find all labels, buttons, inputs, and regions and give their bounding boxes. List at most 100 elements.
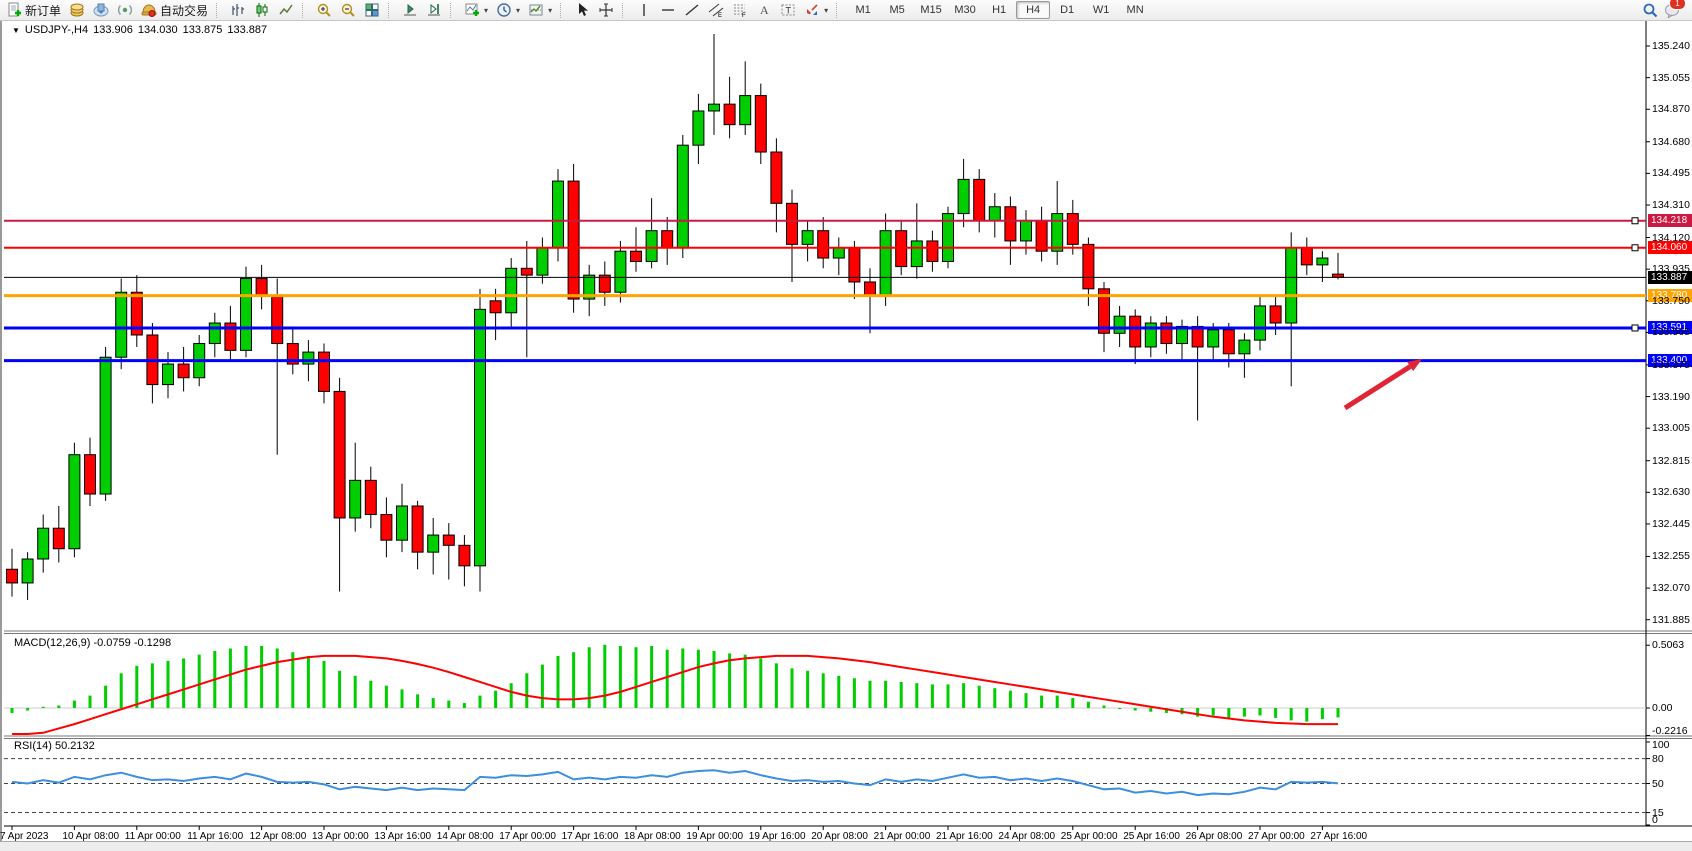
candle-down <box>85 455 96 494</box>
timeframe-button-W1[interactable]: W1 <box>1084 1 1118 19</box>
arrows-button[interactable]: ▾ <box>800 0 832 21</box>
timeframe-button-M5[interactable]: M5 <box>880 1 914 19</box>
timeframe-group: M1M5M15M30H1H4D1W1MN <box>846 1 1152 19</box>
macd-histogram-bar <box>728 653 731 708</box>
zoom-in-icon <box>316 2 332 18</box>
macd-histogram-bar <box>245 646 248 708</box>
bar-chart-button[interactable] <box>226 0 250 21</box>
signal-icon <box>117 2 133 18</box>
macd-histogram-bar <box>681 648 684 708</box>
macd-histogram-bar <box>1087 702 1090 708</box>
macd-histogram-bar <box>541 665 544 708</box>
timeframe-button-H4[interactable]: H4 <box>1016 1 1050 19</box>
timeframe-button-MN[interactable]: MN <box>1118 1 1152 19</box>
text-button[interactable]: A <box>752 0 776 21</box>
macd-histogram-bar <box>447 701 450 708</box>
candle-down <box>771 152 782 203</box>
macd-histogram-bar <box>73 701 76 708</box>
template-icon <box>528 2 544 18</box>
bar-chart-icon <box>230 2 246 18</box>
candle-up <box>303 352 314 364</box>
candle-down <box>755 96 766 152</box>
timeframe-button-M1[interactable]: M1 <box>846 1 880 19</box>
cursor-icon <box>574 2 590 18</box>
search-icon[interactable] <box>1642 2 1658 18</box>
macd-histogram-bar <box>806 671 809 708</box>
macd-histogram-bar <box>635 647 638 708</box>
candle-down <box>818 231 829 258</box>
timeframe-button-H1[interactable]: H1 <box>982 1 1016 19</box>
macd-histogram-bar <box>463 703 466 708</box>
candle-up <box>69 455 80 549</box>
candle-down <box>1067 214 1078 245</box>
macd-histogram-bar <box>229 648 232 708</box>
timeframe-button-D1[interactable]: D1 <box>1050 1 1084 19</box>
macd-histogram-bar <box>11 708 14 713</box>
equidistant-channel-button[interactable]: E <box>704 0 728 21</box>
chevron-down-icon: ▾ <box>484 6 488 15</box>
new-order-button[interactable]: 新订单 <box>2 0 65 21</box>
crosshair-button[interactable] <box>594 0 618 21</box>
templates-button[interactable]: ▾ <box>524 0 556 21</box>
tile-windows-button[interactable] <box>360 0 384 21</box>
candle-up <box>911 241 922 267</box>
line-chart-button[interactable] <box>274 0 298 21</box>
fibonacci-button[interactable]: F <box>728 0 752 21</box>
auto-scroll-button[interactable] <box>398 0 422 21</box>
macd-histogram-bar <box>151 663 154 708</box>
horizontal-line-button[interactable] <box>656 0 680 21</box>
macd-histogram-bar <box>853 678 856 708</box>
candlestick-button[interactable] <box>250 0 274 21</box>
candle-up <box>615 251 626 292</box>
candle-up <box>677 145 688 248</box>
macd-histogram-bar <box>697 650 700 708</box>
chart-canvas[interactable] <box>2 21 1692 841</box>
toolbar-separator <box>302 3 309 18</box>
candle-up <box>428 535 439 552</box>
candle-down <box>1005 207 1016 241</box>
chat-button[interactable]: 1 <box>1664 1 1680 19</box>
periods-button[interactable]: ▾ <box>492 0 524 21</box>
auto-trading-button[interactable]: 自动交易 <box>137 0 212 21</box>
candle-down <box>319 352 330 391</box>
candle-up <box>475 309 486 565</box>
macd-histogram-bar <box>837 676 840 708</box>
signal-button[interactable] <box>113 0 137 21</box>
macd-histogram-bar <box>1040 696 1043 708</box>
chart-shift-button[interactable] <box>422 0 446 21</box>
candle-up <box>1052 214 1063 252</box>
notification-badge: 1 <box>1669 0 1686 10</box>
publish-button[interactable] <box>89 0 113 21</box>
indicators-button[interactable]: ▾ <box>460 0 492 21</box>
gold-button[interactable] <box>65 0 89 21</box>
candle-up <box>1021 220 1032 241</box>
candle-down <box>631 251 642 261</box>
macd-histogram-bar <box>167 661 170 708</box>
zoom-in-button[interactable] <box>312 0 336 21</box>
vertical-line-button[interactable] <box>632 0 656 21</box>
trendline-button[interactable] <box>680 0 704 21</box>
candlestick-icon <box>254 2 270 18</box>
macd-histogram-bar <box>1227 708 1230 718</box>
timeframe-button-M15[interactable]: M15 <box>914 1 948 19</box>
arrows-icon <box>804 2 820 18</box>
text-label-button[interactable]: T <box>776 0 800 21</box>
cursor-button[interactable] <box>570 0 594 21</box>
timeframe-button-M30[interactable]: M30 <box>948 1 982 19</box>
svg-text:T: T <box>786 6 792 16</box>
candle-up <box>38 528 49 559</box>
macd-histogram-bar <box>26 708 29 710</box>
candle-up <box>958 179 969 213</box>
auto-scroll-icon <box>402 2 418 18</box>
macd-histogram-bar <box>525 673 528 708</box>
toolbar-separator <box>622 3 629 18</box>
macd-histogram-bar <box>962 683 965 708</box>
candle-down <box>459 545 470 566</box>
macd-histogram-bar <box>884 681 887 708</box>
zoom-out-button[interactable] <box>336 0 360 21</box>
candle-up <box>693 111 704 145</box>
macd-histogram-bar <box>1071 698 1074 708</box>
candle-up <box>1239 340 1250 354</box>
candle-down <box>490 301 501 313</box>
channel-icon: E <box>708 2 724 18</box>
